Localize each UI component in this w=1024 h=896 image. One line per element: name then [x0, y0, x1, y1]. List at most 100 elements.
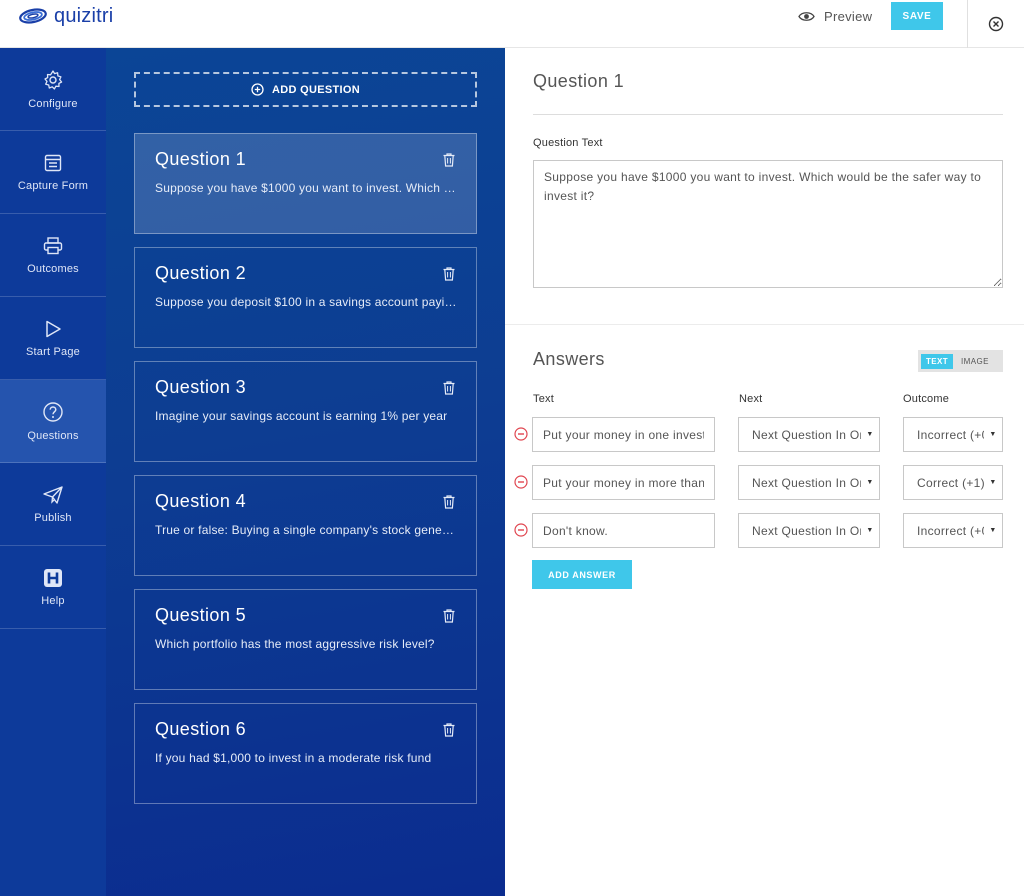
- sidebar-item-label: Capture Form: [17, 179, 89, 192]
- sidebar-item-start-page[interactable]: Start Page: [0, 297, 106, 380]
- sidebar-item-label: Configure: [28, 97, 78, 110]
- remove-answer-icon[interactable]: [514, 523, 528, 537]
- sidebar-item-help[interactable]: Help: [0, 546, 106, 629]
- printer-icon: [43, 236, 63, 254]
- logo-swirl-icon: [19, 8, 47, 24]
- column-header-next: Next: [739, 393, 763, 405]
- trash-icon[interactable]: [443, 723, 455, 737]
- trash-icon[interactable]: [443, 267, 455, 281]
- outcome-select-value: Incorrect (+0): [917, 523, 984, 538]
- toggle-text-option[interactable]: TEXT: [921, 353, 954, 369]
- add-question-label: ADD QUESTION: [272, 83, 360, 96]
- answer-row: Next Question In Order ▼ Incorrect (+0) …: [505, 417, 1024, 453]
- sidebar-item-label: Help: [41, 594, 65, 607]
- divider: [533, 114, 1003, 115]
- question-card-4[interactable]: Question 4 True or false: Buying a singl…: [134, 475, 477, 576]
- sidebar-item-label: Publish: [34, 511, 72, 524]
- question-text-input[interactable]: Suppose you have $1000 you want to inves…: [533, 160, 1003, 288]
- remove-answer-icon[interactable]: [514, 475, 528, 489]
- trash-icon[interactable]: [443, 495, 455, 509]
- question-icon: [43, 401, 63, 422]
- plus-circle-icon: [251, 83, 264, 96]
- editor-title: Question 1: [533, 71, 625, 91]
- outcome-select-value: Incorrect (+0): [917, 427, 984, 442]
- next-select-value: Next Question In Order: [752, 427, 861, 442]
- sidebar-item-label: Questions: [27, 429, 79, 442]
- top-bar: quizitri Preview SAVE: [0, 0, 1024, 48]
- next-select-value: Next Question In Order: [752, 523, 861, 538]
- answer-row: Next Question In Order ▼ Incorrect (+0) …: [505, 513, 1024, 549]
- preview-button[interactable]: Preview: [798, 7, 872, 25]
- question-card-title: Question 4: [155, 491, 247, 511]
- question-editor: Question 1 Question Text Suppose you hav…: [505, 48, 1024, 896]
- toggle-image-option[interactable]: IMAGE: [956, 354, 994, 369]
- question-card-title: Question 1: [155, 149, 247, 169]
- question-card-title: Question 6: [155, 719, 247, 739]
- sidebar-item-configure[interactable]: Configure: [0, 48, 106, 131]
- gear-icon: [44, 69, 63, 90]
- close-button[interactable]: [967, 0, 1024, 48]
- preview-label: Preview: [824, 8, 873, 24]
- paper-plane-icon: [43, 485, 63, 504]
- sidebar-item-capture-form[interactable]: Capture Form: [0, 131, 106, 214]
- caret-down-icon: ▼: [866, 479, 874, 486]
- caret-down-icon: ▼: [989, 527, 997, 534]
- sidebar-nav: Configure Capture Form Outcomes Start Pa…: [0, 48, 106, 896]
- answer-text-input[interactable]: [532, 513, 715, 548]
- outcome-select-value: Correct (+1): [917, 475, 984, 490]
- section-divider: [505, 324, 1024, 325]
- play-icon: [46, 320, 61, 337]
- trash-icon[interactable]: [443, 381, 455, 395]
- question-card-6[interactable]: Question 6 If you had $1,000 to invest i…: [134, 703, 477, 804]
- next-select-value: Next Question In Order: [752, 475, 861, 490]
- question-text-label: Question Text: [533, 137, 603, 149]
- sidebar-item-outcomes[interactable]: Outcomes: [0, 214, 106, 297]
- trash-icon[interactable]: [443, 609, 455, 623]
- add-question-button[interactable]: ADD QUESTION: [134, 72, 477, 107]
- remove-answer-icon[interactable]: [514, 427, 528, 441]
- question-list-panel: ADD QUESTION Question 1 Suppose you have…: [106, 48, 505, 896]
- column-header-outcome: Outcome: [903, 393, 950, 405]
- caret-down-icon: ▼: [866, 431, 874, 438]
- column-header-text: Text: [533, 393, 554, 405]
- question-card-3[interactable]: Question 3 Imagine your savings account …: [134, 361, 477, 462]
- help-h-icon: [44, 568, 62, 587]
- outcome-select[interactable]: Incorrect (+0) ▼: [903, 513, 1003, 548]
- sidebar-item-label: Outcomes: [27, 262, 79, 275]
- question-card-desc: Imagine your savings account is earning …: [155, 409, 448, 423]
- answers-title: Answers: [533, 349, 605, 369]
- eye-icon: [798, 11, 815, 21]
- save-button[interactable]: SAVE: [891, 2, 943, 30]
- question-card-2[interactable]: Question 2 Suppose you deposit $100 in a…: [134, 247, 477, 348]
- question-card-title: Question 3: [155, 377, 247, 397]
- question-card-5[interactable]: Question 5 Which portfolio has the most …: [134, 589, 477, 690]
- question-card-desc: If you had $1,000 to invest in a moderat…: [155, 751, 432, 765]
- close-circle-icon: [988, 16, 1004, 32]
- trash-icon[interactable]: [443, 153, 455, 167]
- answer-row: Next Question In Order ▼ Correct (+1) ▼: [505, 465, 1024, 501]
- next-select[interactable]: Next Question In Order ▼: [738, 513, 880, 548]
- answer-text-input[interactable]: [532, 465, 715, 500]
- answer-type-toggle: TEXT IMAGE: [918, 350, 1003, 372]
- caret-down-icon: ▼: [866, 527, 874, 534]
- outcome-select[interactable]: Correct (+1) ▼: [903, 465, 1003, 500]
- answer-text-input[interactable]: [532, 417, 715, 452]
- question-card-desc: Which portfolio has the most aggressive …: [155, 637, 435, 651]
- question-card-1[interactable]: Question 1 Suppose you have $1000 you wa…: [134, 133, 477, 234]
- caret-down-icon: ▼: [989, 479, 997, 486]
- logo-text: quizitri: [54, 4, 114, 27]
- next-select[interactable]: Next Question In Order ▼: [738, 417, 880, 452]
- question-card-desc: Suppose you have $1000 you want to inves…: [155, 181, 458, 195]
- app-logo[interactable]: quizitri: [18, 3, 113, 29]
- sidebar-item-label: Start Page: [26, 345, 80, 358]
- question-card-desc: True or false: Buying a single company's…: [155, 523, 458, 537]
- sidebar-item-publish[interactable]: Publish: [0, 463, 106, 546]
- question-card-desc: Suppose you deposit $100 in a savings ac…: [155, 295, 458, 309]
- form-icon: [44, 154, 62, 171]
- add-answer-button[interactable]: ADD ANSWER: [532, 560, 632, 589]
- outcome-select[interactable]: Incorrect (+0) ▼: [903, 417, 1003, 452]
- caret-down-icon: ▼: [989, 431, 997, 438]
- question-card-title: Question 5: [155, 605, 247, 625]
- next-select[interactable]: Next Question In Order ▼: [738, 465, 880, 500]
- sidebar-item-questions[interactable]: Questions: [0, 380, 106, 463]
